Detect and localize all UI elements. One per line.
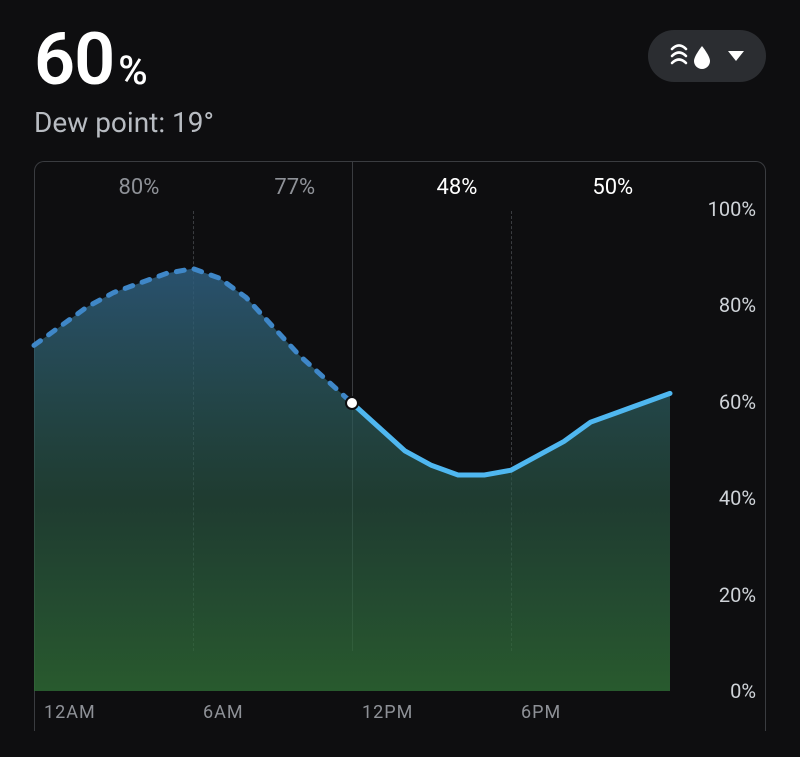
metric-selector[interactable] — [648, 30, 766, 82]
current-unit: % — [118, 51, 147, 91]
x-tick: 12PM — [362, 702, 413, 723]
y-tick: 80% — [719, 293, 756, 317]
chart-area — [34, 269, 670, 691]
header-left: 60 % Dew point: 19° — [34, 24, 214, 139]
chart-svg — [34, 161, 670, 691]
y-tick: 100% — [708, 197, 756, 221]
current-point-marker — [346, 397, 358, 409]
x-tick: 12AM — [44, 702, 96, 723]
x-axis: 12AM 6AM 12PM 6PM — [34, 697, 670, 731]
y-tick: 60% — [719, 390, 756, 414]
humidity-icon — [670, 42, 714, 70]
humidity-chart: 80%77%48%50% 100%80%60%40%20%0% 12AM6AM1… — [34, 161, 766, 731]
dew-point-label: Dew point: 19° — [34, 106, 214, 139]
humidity-widget: 60 % Dew point: 19° 80%77%48%50% — [0, 0, 800, 757]
header: 60 % Dew point: 19° — [34, 24, 766, 139]
x-tick: 6PM — [521, 702, 561, 723]
chevron-down-icon — [728, 51, 744, 61]
y-axis: 100%80%60%40%20%0% — [682, 209, 766, 691]
current-humidity: 60 % — [34, 24, 214, 96]
x-tick: 6AM — [203, 702, 244, 723]
y-tick: 20% — [719, 583, 756, 607]
chart-plot-area — [34, 161, 670, 691]
y-tick: 40% — [719, 486, 756, 510]
y-tick: 0% — [730, 679, 756, 703]
current-value: 60 — [34, 24, 114, 96]
